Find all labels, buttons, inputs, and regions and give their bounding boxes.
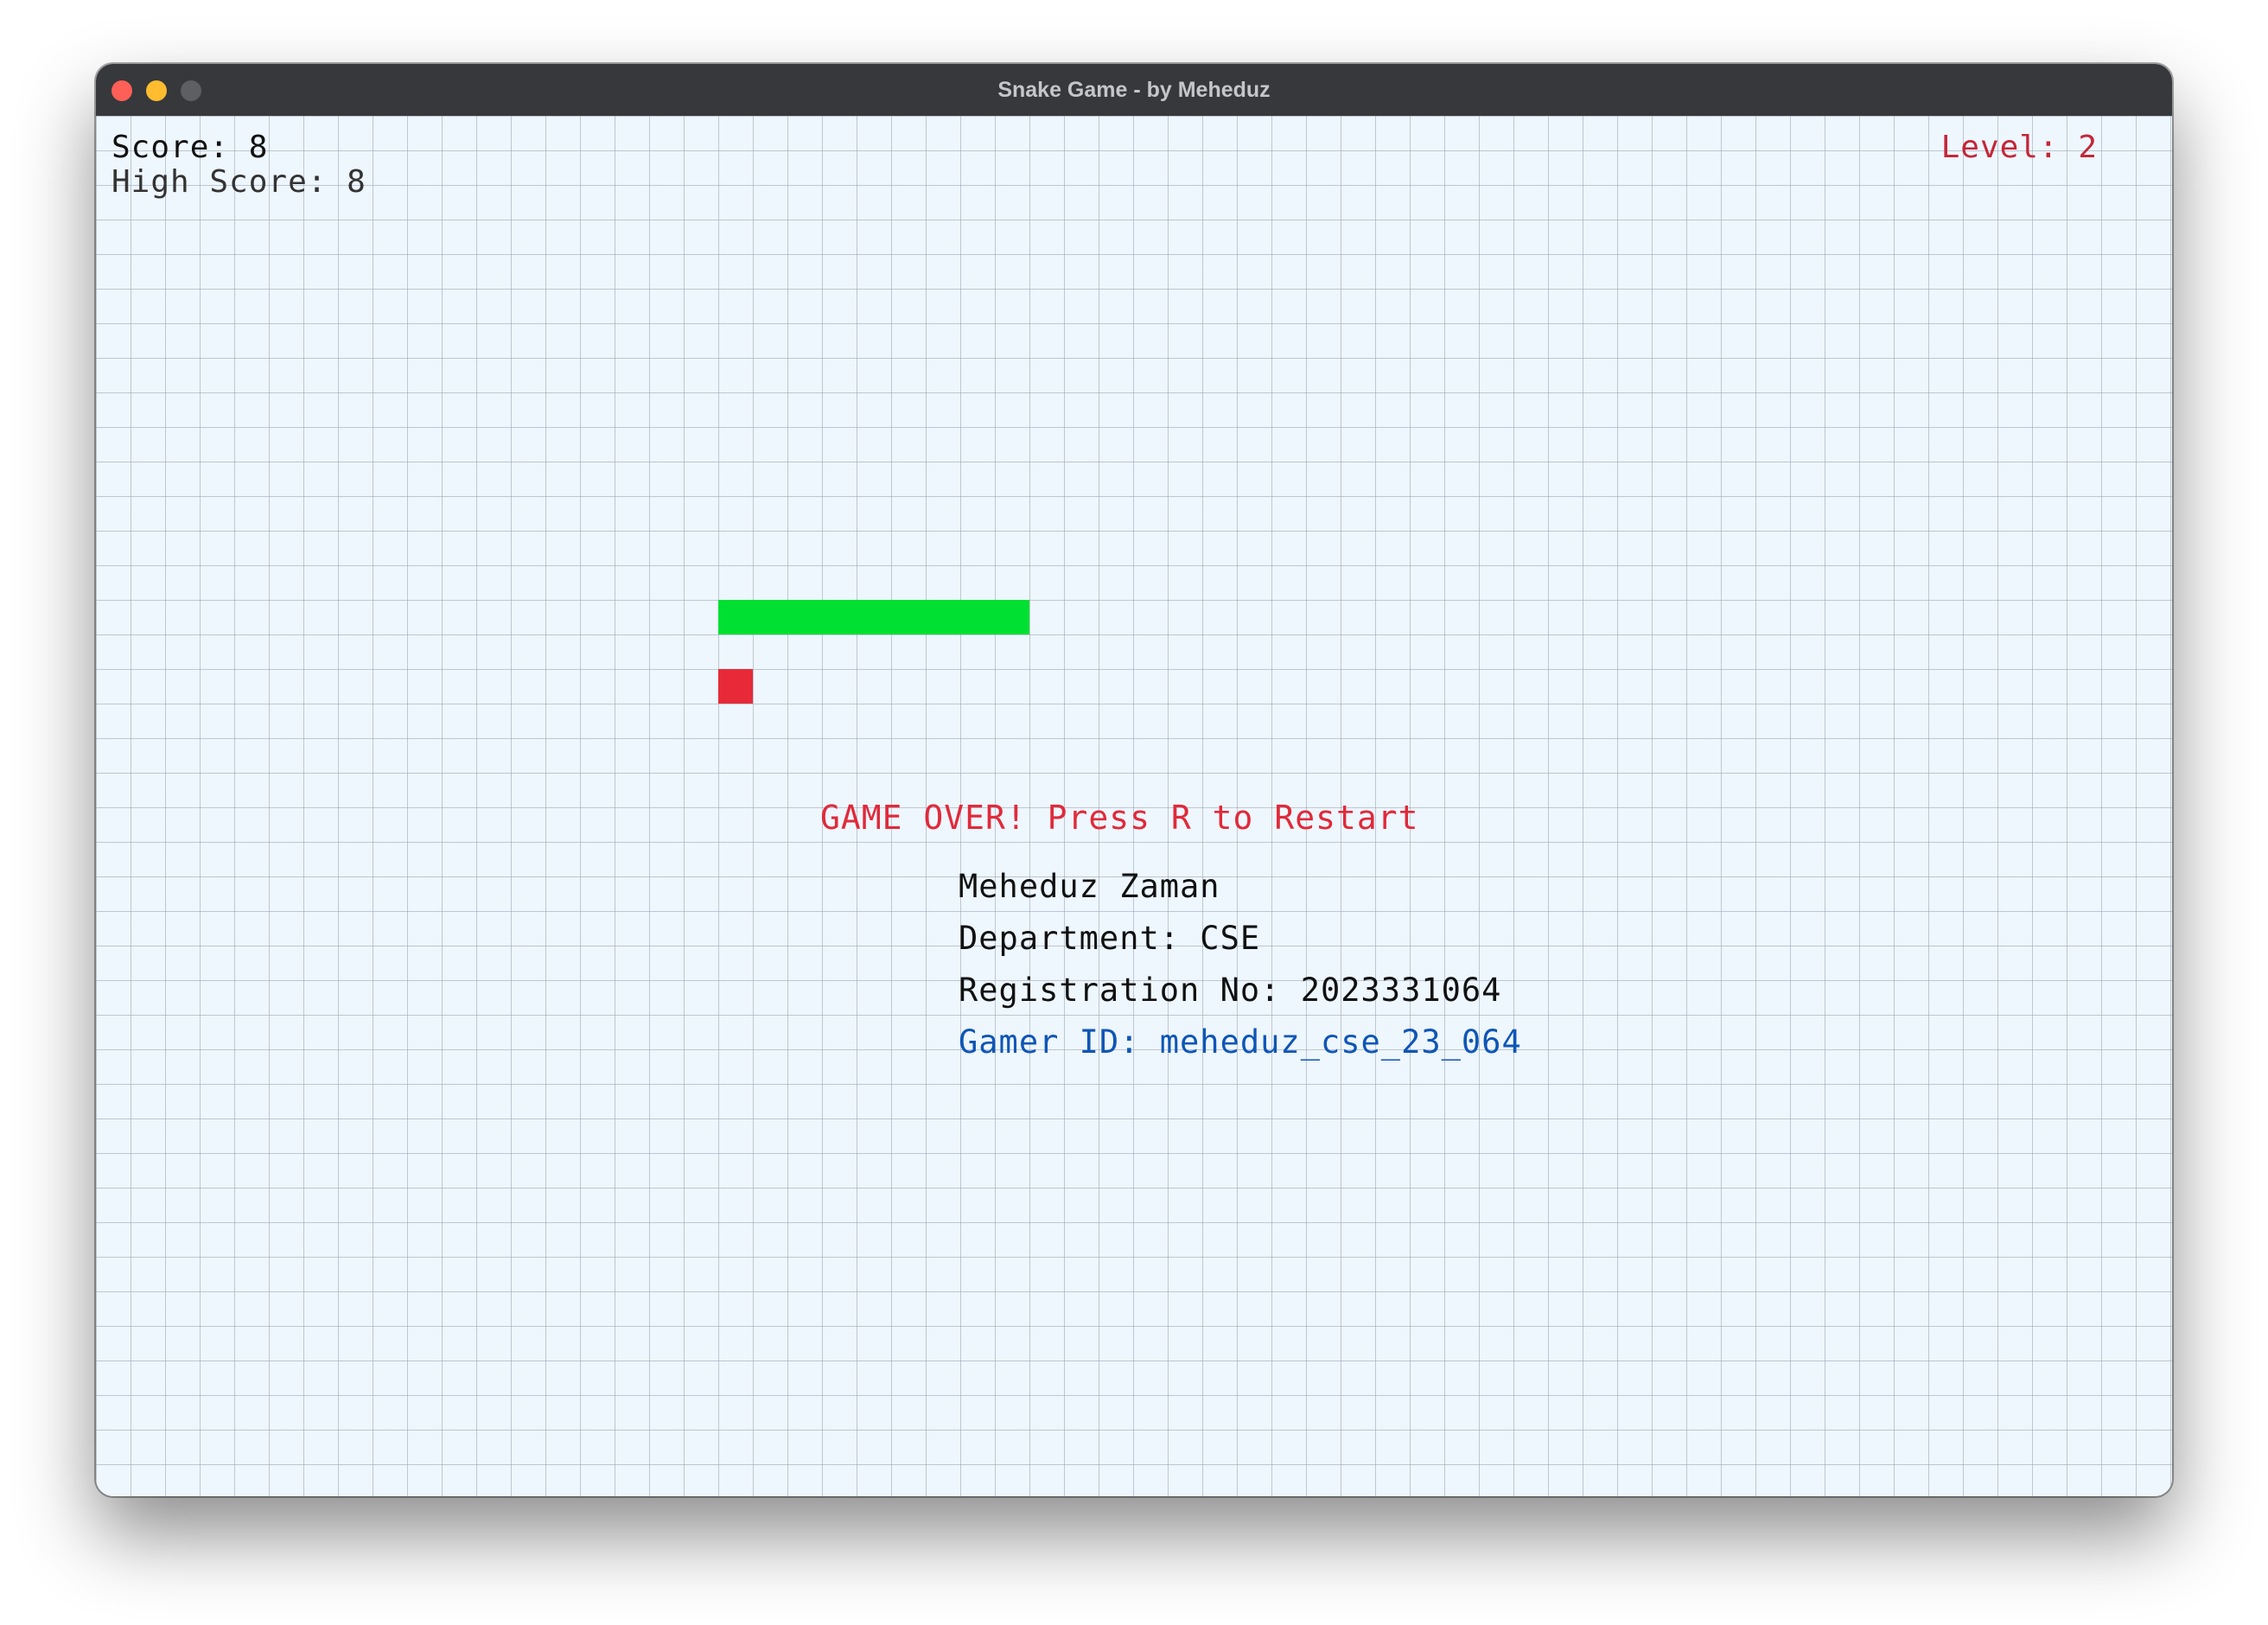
player-gamer-id: Gamer ID: meheduz_cse_23_064 (959, 1023, 1522, 1061)
player-name: Meheduz Zaman (959, 868, 1220, 905)
close-button[interactable] (111, 80, 132, 101)
window-title: Snake Game - by Meheduz (997, 78, 1271, 102)
maximize-button[interactable] (181, 80, 201, 101)
game-over-message: GAME OVER! Press R to Restart (820, 799, 1419, 837)
game-board[interactable]: Score: 8 High Score: 8 Level: 2 GAME OVE… (96, 116, 2172, 1496)
high-score-label: High Score: 8 (111, 164, 366, 200)
title-bar[interactable]: Snake Game - by Meheduz (96, 64, 2172, 116)
score-label: Score: 8 (111, 130, 269, 165)
player-registration: Registration No: 2023331064 (959, 972, 1502, 1009)
player-department: Department: CSE (959, 920, 1261, 957)
level-label: Level: 2 (1940, 130, 2098, 165)
minimize-button[interactable] (146, 80, 167, 101)
snake-body (718, 600, 1029, 634)
food-item (718, 669, 753, 704)
game-window: Snake Game - by Meheduz Score: 8 High Sc… (96, 64, 2172, 1496)
